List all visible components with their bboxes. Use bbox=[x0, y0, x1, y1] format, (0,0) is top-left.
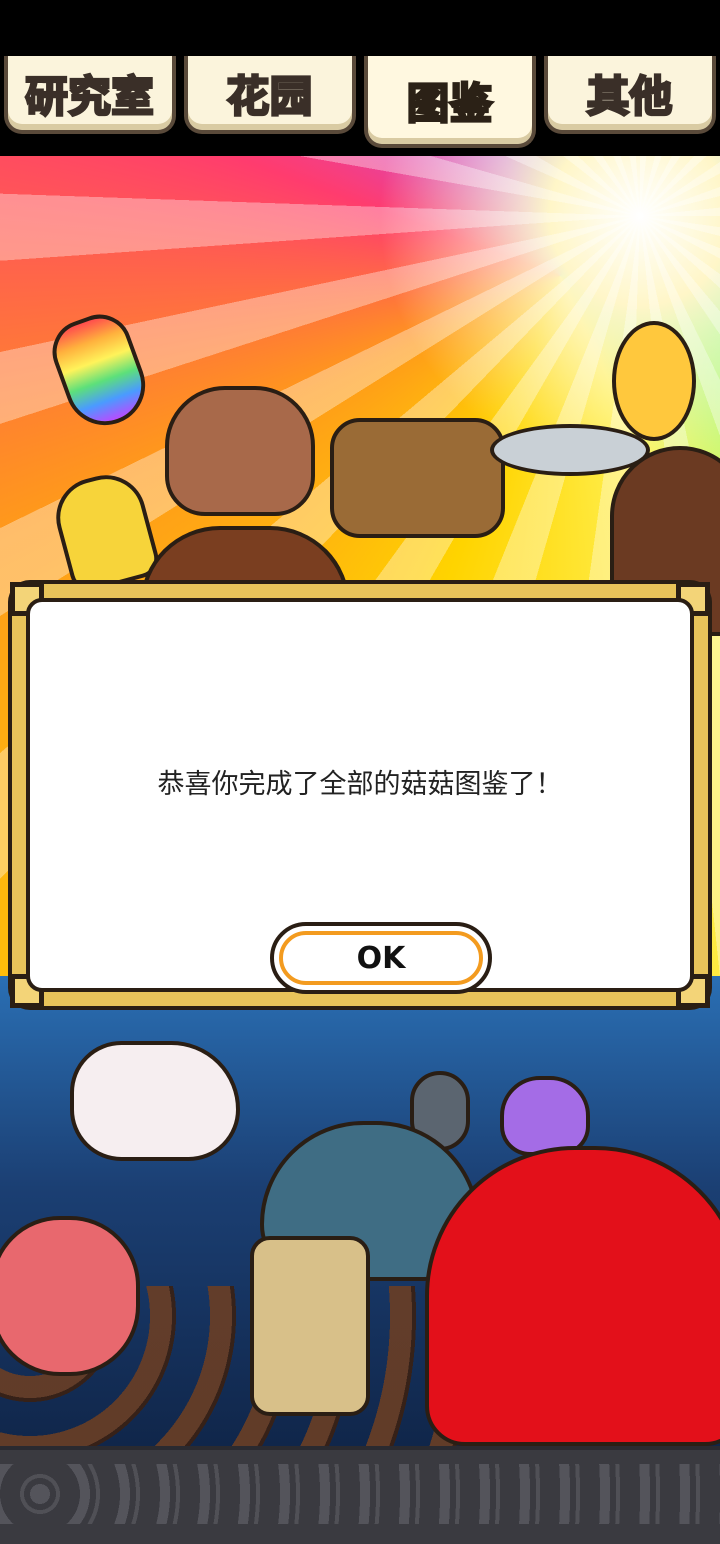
ok-button-label: OK bbox=[356, 940, 406, 976]
tab-garden[interactable]: 花园 bbox=[184, 56, 356, 134]
tab-label: 其他 bbox=[585, 70, 673, 122]
tab-lab[interactable]: 研究室 bbox=[4, 56, 176, 134]
ok-button[interactable]: OK bbox=[270, 922, 492, 994]
ornament-pattern bbox=[0, 1464, 720, 1524]
tab-label: 图鉴 bbox=[405, 77, 493, 129]
dialog-message: 恭喜你完成了全部的菇菇图鉴了！ bbox=[157, 769, 563, 800]
tab-bar: 研究室 花园 图鉴 其他 bbox=[0, 56, 720, 156]
tab-encyclopedia[interactable]: 图鉴 bbox=[364, 56, 536, 148]
status-bar bbox=[0, 0, 720, 56]
tab-other[interactable]: 其他 bbox=[544, 56, 716, 134]
bottom-ornament-bar bbox=[0, 1446, 720, 1544]
tab-label: 研究室 bbox=[24, 70, 155, 122]
dialog-gold-frame: 恭喜你完成了全部的菇菇图鉴了！ OK bbox=[10, 582, 710, 1008]
dialog-body: 恭喜你完成了全部的菇菇图鉴了！ OK bbox=[26, 598, 694, 994]
tab-label: 花园 bbox=[225, 70, 313, 122]
completion-dialog: 恭喜你完成了全部的菇菇图鉴了！ OK bbox=[8, 580, 712, 1010]
